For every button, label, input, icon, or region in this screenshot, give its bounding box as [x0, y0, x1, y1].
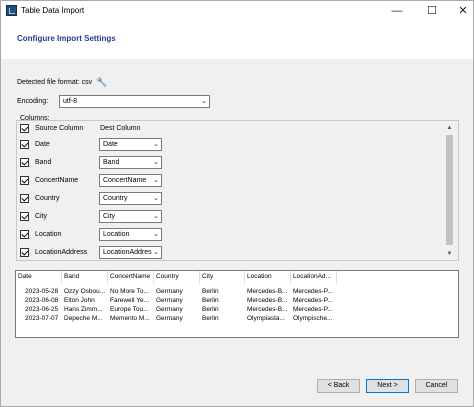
- maximize-button[interactable]: ☐: [417, 1, 447, 21]
- preview-header-cell[interactable]: LocationAd...: [291, 271, 337, 284]
- column-checkbox[interactable]: [20, 176, 29, 185]
- dest-column-select[interactable]: Location ⌄: [99, 228, 162, 241]
- preview-cell: Olympiasta...: [247, 315, 285, 322]
- column-checkbox[interactable]: [20, 212, 29, 221]
- preview-cell: Farewell Ye...: [110, 297, 150, 304]
- dest-column-select[interactable]: City ⌄: [99, 210, 162, 223]
- preview-cell: Berlin: [202, 306, 219, 313]
- close-button[interactable]: ✕: [448, 1, 474, 21]
- preview-cell: Germany: [156, 315, 183, 322]
- dest-column-select[interactable]: Band ⌄: [99, 156, 162, 169]
- minimize-button[interactable]: —: [382, 1, 412, 21]
- preview-cell: 2023-06-25: [25, 306, 59, 313]
- scroll-up-icon[interactable]: ▲: [444, 123, 455, 133]
- preview-cell: Memento M...: [110, 315, 150, 322]
- chevron-down-icon: ⌄: [201, 98, 207, 105]
- source-column-name: Country: [35, 195, 60, 202]
- dest-column-select[interactable]: ConcertName ⌄: [99, 174, 162, 187]
- preview-cell: Hans Zimm...: [64, 306, 103, 313]
- preview-cell: Mercedes-P...: [293, 306, 333, 313]
- dest-column-value: Country: [103, 195, 128, 202]
- preview-header-cell[interactable]: Band: [62, 271, 108, 284]
- page-title: Configure Import Settings: [17, 34, 116, 43]
- preview-cell: Depeche M...: [64, 315, 103, 322]
- back-button[interactable]: < Back: [317, 379, 360, 393]
- preview-cell: Berlin: [202, 297, 219, 304]
- preview-cell: Mercedes-P...: [293, 288, 333, 295]
- column-checkbox[interactable]: [20, 230, 29, 239]
- preview-cell: Olympische...: [293, 315, 333, 322]
- preview-cell: No More To...: [110, 288, 149, 295]
- encoding-label: Encoding:: [17, 98, 49, 105]
- select-all-checkbox[interactable]: [20, 124, 29, 133]
- dest-column-select[interactable]: Date ⌄: [99, 138, 162, 151]
- preview-cell: Germany: [156, 288, 183, 295]
- preview-header-cell[interactable]: City: [200, 271, 245, 284]
- source-column-name: Location: [35, 231, 62, 238]
- app-icon: [6, 5, 17, 16]
- columns-scrollbar[interactable]: ▲ ▼: [444, 123, 455, 259]
- window-title: Table Data Import: [21, 6, 85, 15]
- file-format-label: Detected file format: csv: [17, 79, 93, 86]
- title-bar: Table Data Import — ☐ ✕: [1, 1, 473, 21]
- preview-cell: 2023-07-07: [25, 315, 59, 322]
- dest-column-value: Band: [103, 159, 120, 166]
- preview-cell: Berlin: [202, 288, 219, 295]
- columns-group: [16, 120, 459, 261]
- chevron-down-icon: ⌄: [153, 195, 159, 202]
- preview-cell: Mercedes-B...: [247, 306, 288, 313]
- dest-column-select[interactable]: LocationAddres ⌄: [99, 246, 162, 259]
- preview-cell: Elton John: [64, 297, 95, 304]
- column-checkbox[interactable]: [20, 248, 29, 257]
- preview-cell: 2023-06-08: [25, 297, 59, 304]
- encoding-value: utf-8: [63, 98, 78, 105]
- source-column-name: Date: [35, 141, 50, 148]
- preview-header-cell[interactable]: Location: [245, 271, 291, 284]
- column-checkbox[interactable]: [20, 140, 29, 149]
- dest-column-value: Location: [103, 231, 130, 238]
- chevron-down-icon: ⌄: [153, 249, 159, 256]
- scroll-down-icon[interactable]: ▼: [444, 249, 455, 259]
- preview-cell: Berlin: [202, 315, 219, 322]
- preview-cell: Mercedes-B...: [247, 288, 288, 295]
- scrollbar-thumb[interactable]: [446, 135, 453, 245]
- preview-table[interactable]: Date Band ConcertName Country City Locat…: [15, 270, 459, 338]
- wrench-icon[interactable]: 🔧: [96, 77, 107, 88]
- preview-cell: Mercedes-B...: [247, 297, 288, 304]
- dest-column-value: Date: [103, 141, 118, 148]
- source-column-header: Source Column: [35, 125, 84, 132]
- dest-column-value: ConcertName: [103, 177, 147, 184]
- dest-column-select[interactable]: Country ⌄: [99, 192, 162, 205]
- cancel-button[interactable]: Cancel: [415, 379, 458, 393]
- dest-column-value: City: [103, 213, 116, 220]
- preview-cell: Germany: [156, 297, 183, 304]
- source-column-name: City: [35, 213, 48, 220]
- chevron-down-icon: ⌄: [153, 213, 159, 220]
- preview-cell: 2023-05-28: [25, 288, 59, 295]
- column-checkbox[interactable]: [20, 158, 29, 167]
- preview-header-cell[interactable]: Country: [154, 271, 200, 284]
- chevron-down-icon: ⌄: [153, 231, 159, 238]
- chevron-down-icon: ⌄: [153, 141, 159, 148]
- encoding-select[interactable]: utf-8 ⌄: [59, 95, 210, 108]
- chevron-down-icon: ⌄: [153, 159, 159, 166]
- import-dialog: Table Data Import — ☐ ✕ Configure Import…: [0, 0, 474, 407]
- preview-cell: Germany: [156, 306, 183, 313]
- preview-cell: Europe Tou...: [110, 306, 149, 313]
- next-button[interactable]: Next >: [366, 379, 409, 393]
- dest-column-header: Dest Column: [100, 125, 141, 132]
- column-checkbox[interactable]: [20, 194, 29, 203]
- preview-cell: Ozzy Osbou...: [64, 288, 106, 295]
- preview-header-cell[interactable]: Date: [16, 271, 62, 284]
- source-column-name: LocationAddress: [35, 249, 88, 256]
- chevron-down-icon: ⌄: [153, 177, 159, 184]
- wizard-header: Configure Import Settings: [1, 21, 473, 59]
- source-column-name: Band: [35, 159, 52, 166]
- preview-header-cell[interactable]: ConcertName: [108, 271, 154, 284]
- preview-cell: Mercedes-P...: [293, 297, 333, 304]
- source-column-name: ConcertName: [35, 177, 79, 184]
- dest-column-value: LocationAddres: [103, 249, 152, 256]
